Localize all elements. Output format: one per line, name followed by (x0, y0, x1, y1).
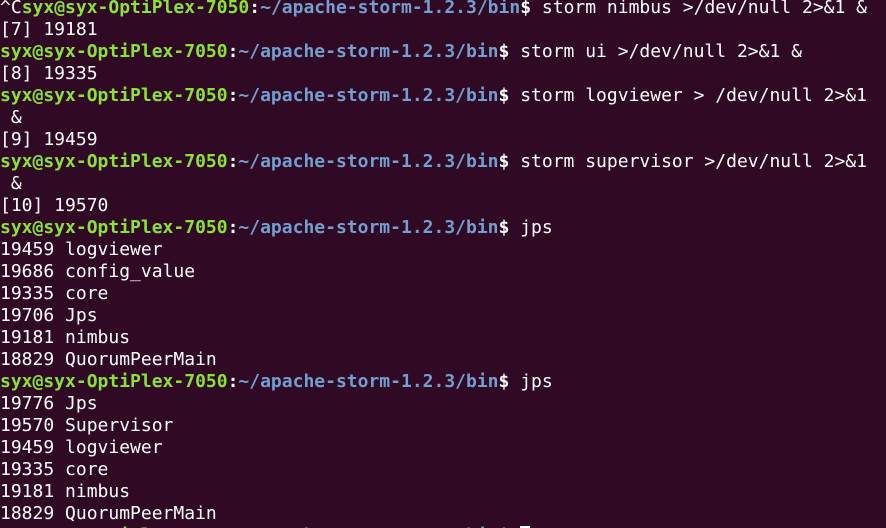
prompt-line: syx@syx-OptiPlex-7050:~/apache-storm-1.2… (0, 41, 802, 63)
output-line: [9] 19459 (0, 129, 98, 151)
command-text: storm ui >/dev/null 2>&1 & (520, 41, 802, 62)
output-line: & (0, 107, 22, 129)
output-text: & (0, 173, 22, 194)
prompt-line: syx@syx-OptiPlex-7050:~/apache-storm-1.2… (0, 151, 867, 173)
output-text: & (0, 107, 22, 128)
command-text: storm logviewer > /dev/null 2>&1 (520, 85, 867, 106)
output-line: & (0, 173, 22, 195)
prompt-separator: : (227, 371, 239, 392)
prompt-separator: : (227, 41, 239, 62)
output-line: [10] 19570 (0, 195, 108, 217)
prompt-separator: : (227, 85, 239, 106)
output-text: 19686 config_value (0, 261, 196, 282)
prompt-separator: : (227, 217, 239, 238)
output-line: 19181 nimbus (0, 327, 130, 349)
prompt-symbol: $ (520, 0, 542, 18)
output-line: [7] 19181 (0, 19, 98, 41)
output-line: 18829 QuorumPeerMain (0, 349, 217, 371)
prompt-user-host: syx@syx-OptiPlex-7050 (0, 151, 228, 172)
output-line: 19335 core (0, 283, 108, 305)
output-line: 18829 QuorumPeerMain (0, 503, 217, 525)
output-text: 19181 nimbus (0, 481, 131, 502)
command-text: storm nimbus >/dev/null 2>&1 & (541, 0, 867, 18)
prompt-separator: : (227, 151, 239, 172)
prompt-path: ~/apache-storm-1.2.3/bin (238, 41, 499, 62)
output-text: 18829 QuorumPeerMain (0, 349, 217, 370)
prompt-user-host: syx@syx-OptiPlex-7050 (0, 41, 228, 62)
prompt-user-host: syx@syx-OptiPlex-7050 (0, 217, 228, 238)
output-text: 19570 Supervisor (0, 415, 174, 436)
output-line: 19335 core (0, 459, 108, 481)
output-text: 19776 Jps (0, 393, 98, 414)
prompt-line: syx@syx-OptiPlex-7050:~/apache-storm-1.2… (0, 217, 553, 239)
output-text: 19181 nimbus (0, 327, 131, 348)
output-line: 19686 config_value (0, 261, 195, 283)
prompt-path: ~/apache-storm-1.2.3/bin (238, 217, 499, 238)
output-text: [10] 19570 (0, 195, 109, 216)
output-line: 19459 logviewer (0, 239, 163, 261)
output-line: 19459 logviewer (0, 437, 163, 459)
prompt-user-host: syx@syx-OptiPlex-7050 (0, 371, 228, 392)
output-text: 18829 QuorumPeerMain (0, 503, 217, 524)
prompt-symbol: $ (498, 85, 521, 106)
output-text: 19335 core (0, 459, 109, 480)
prompt-symbol: $ (498, 41, 521, 62)
prompt-symbol: $ (498, 371, 521, 392)
prompt-line: syx@syx-OptiPlex-7050:~/apache-storm-1.2… (0, 371, 553, 393)
output-text: [7] 19181 (0, 19, 98, 40)
prompt-line: syx@syx-OptiPlex-7050:~/apache-storm-1.2… (0, 85, 867, 107)
prompt-symbol: $ (498, 217, 521, 238)
output-text: 19459 logviewer (0, 239, 163, 260)
output-line: 19181 nimbus (0, 481, 130, 503)
terminal-window[interactable]: ^Csyx@syx-OptiPlex-7050:~/apache-storm-1… (0, 0, 886, 528)
command-text: jps (520, 217, 553, 238)
prompt-path: ~/apache-storm-1.2.3/bin (238, 85, 499, 106)
prompt-path: ~/apache-storm-1.2.3/bin (238, 151, 499, 172)
command-text: jps (520, 371, 553, 392)
output-text: [9] 19459 (0, 129, 98, 150)
output-text: 19335 core (0, 283, 109, 304)
output-text: [8] 19335 (0, 63, 98, 84)
output-line: 19776 Jps (0, 393, 98, 415)
prompt-separator: : (249, 0, 261, 18)
interrupt-echo: ^C (0, 0, 22, 18)
output-text: 19706 Jps (0, 305, 98, 326)
prompt-path: ~/apache-storm-1.2.3/bin (260, 0, 521, 18)
prompt-line: ^Csyx@syx-OptiPlex-7050:~/apache-storm-1… (0, 0, 867, 19)
prompt-user-host: syx@syx-OptiPlex-7050 (21, 0, 250, 18)
prompt-symbol: $ (498, 151, 521, 172)
output-text: 19459 logviewer (0, 437, 163, 458)
output-line: [8] 19335 (0, 63, 98, 85)
prompt-path: ~/apache-storm-1.2.3/bin (238, 371, 499, 392)
command-text: storm supervisor >/dev/null 2>&1 (520, 151, 867, 172)
output-line: 19570 Supervisor (0, 415, 173, 437)
output-line: 19706 Jps (0, 305, 98, 327)
prompt-user-host: syx@syx-OptiPlex-7050 (0, 85, 228, 106)
